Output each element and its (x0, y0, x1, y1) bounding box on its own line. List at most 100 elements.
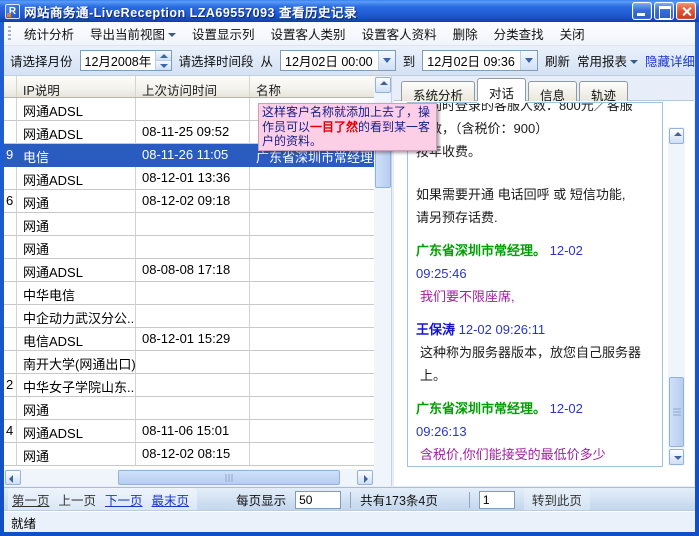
from-datetime-combobox[interactable]: 12月02日 00:00 (280, 50, 396, 71)
chat-transcript: 按同时登录的客服人数．800元／客服 人数，（含税价：900） 按年收费。 如果… (407, 102, 663, 467)
annotation-tooltip: 这样客户名称就添加上去了，操作员可以一目了然的看到某一客户的资料。 (258, 103, 437, 151)
table-row[interactable]: 南开大学(网通出口) (4, 351, 374, 374)
tab-info[interactable]: 信息 (528, 81, 577, 101)
spinner-up-icon[interactable] (156, 51, 170, 60)
table-row[interactable]: 网通 (4, 397, 374, 420)
main-area: IP说明 上次访问时间 名称 网通ADSL 网通ADSL (4, 76, 695, 487)
menu-set-guest-info[interactable]: 设置客人资料 (354, 21, 445, 46)
to-label: 到 (403, 51, 416, 70)
customer-name: 广东省深圳市常经理。 (416, 401, 546, 416)
window-title: 网站商务通-LiveReception LZA69557093 查看历史记录 (24, 2, 632, 21)
common-reports-button[interactable]: 常用报表 (577, 51, 638, 70)
chat-message-header: 广东省深圳市常经理。 12-02 09:25:46 (416, 239, 654, 285)
table-header-row: IP说明 上次访问时间 名称 (4, 76, 374, 98)
customer-message: 含税价,你们能接受的最低价多少 (416, 443, 654, 466)
pagination-bar: 第一页 上一页 下一页 最末页 每页显示 共有173条4页 转到此页 (4, 487, 695, 511)
to-datetime-value: 12月02日 09:36 (423, 51, 520, 70)
column-header-partial[interactable] (4, 76, 17, 97)
time-range-label: 请选择时间段 (179, 51, 254, 70)
menu-stat-analysis[interactable]: 统计分析 (16, 21, 82, 46)
refresh-button[interactable]: 刷新 (545, 51, 570, 70)
filter-bar: 请选择月份 12月2008年 请选择时间段 从 12月02日 00:00 到 1… (4, 46, 695, 76)
toolbar-grip-icon (8, 26, 11, 41)
client-area: 统计分析 导出当前视图 设置显示列 设置客人类别 设置客人资料 删除 分类查找 … (4, 22, 695, 532)
goto-page-input[interactable] (479, 491, 515, 509)
to-datetime-combobox[interactable]: 12月02日 09:36 (422, 50, 538, 71)
table-row[interactable]: 6 网通 08-12-02 09:18 (4, 190, 374, 213)
month-select-label: 请选择月份 (10, 51, 73, 70)
table-row[interactable]: 网通 (4, 213, 374, 236)
tab-system-analysis[interactable]: 系统分析 (401, 81, 475, 101)
detail-tabs: 系统分析 对话 信息 轨迹 (401, 79, 628, 101)
total-records-label: 共有173条4页 (360, 490, 438, 509)
month-spinner[interactable]: 12月2008年 (80, 50, 172, 71)
table-row[interactable]: 2 中华女子学院山东... (4, 374, 374, 397)
menu-set-columns[interactable]: 设置显示列 (184, 21, 263, 46)
tab-track[interactable]: 轨迹 (579, 81, 628, 101)
chevron-down-icon (630, 60, 638, 64)
table-horizontal-scrollbar[interactable] (4, 469, 374, 486)
chat-note-text: 如果需要开通 电话回呼 或 短信功能, 请另预存话费. (416, 183, 654, 229)
menu-set-guest-category[interactable]: 设置客人类别 (263, 21, 354, 46)
per-page-label: 每页显示 (236, 490, 286, 509)
scrollbar-thumb[interactable] (669, 377, 684, 447)
goto-page-button[interactable]: 转到此页 (524, 488, 590, 512)
chevron-down-icon (168, 33, 176, 37)
prev-page-link[interactable]: 上一页 (59, 490, 97, 509)
operator-name: 王保涛 (416, 322, 455, 337)
title-bar: R 网站商务通-LiveReception LZA69557093 查看历史记录 (0, 0, 699, 22)
scroll-down-icon[interactable] (669, 449, 684, 465)
column-header-name[interactable]: 名称 (250, 76, 374, 97)
dropdown-arrow-icon[interactable] (378, 51, 395, 70)
table-row[interactable]: 电信ADSL 08-12-01 15:29 (4, 328, 374, 351)
minimize-button[interactable] (632, 2, 652, 20)
hide-detail-link[interactable]: 隐藏详细 (645, 51, 695, 70)
scrollbar-corner (374, 469, 391, 486)
menu-delete[interactable]: 删除 (445, 21, 486, 46)
menu-toolbar: 统计分析 导出当前视图 设置显示列 设置客人类别 设置客人资料 删除 分类查找 … (4, 22, 695, 46)
customer-name: 广东省深圳市常经理。 (416, 243, 546, 258)
tooltip-highlight: 一目了然 (310, 120, 358, 134)
menu-category-search[interactable]: 分类查找 (486, 21, 552, 46)
column-header-ip[interactable]: IP说明 (17, 76, 136, 97)
table-row[interactable]: 网通ADSL 08-12-01 13:36 (4, 167, 374, 190)
maximize-button[interactable] (654, 2, 674, 20)
first-page-link[interactable]: 第一页 (12, 490, 50, 509)
customer-message: 我们要不限座席, (416, 285, 654, 308)
table-row[interactable]: 网通ADSL 08-08-08 17:18 (4, 259, 374, 282)
table-row[interactable]: 中企动力武汉分公... (4, 305, 374, 328)
scrollbar-thumb[interactable] (118, 470, 340, 485)
app-icon: R (5, 4, 20, 19)
status-bar: 就绪 (4, 511, 695, 532)
table-row[interactable]: 网通 (4, 236, 374, 259)
scroll-left-icon[interactable] (5, 470, 21, 485)
chat-intro-text: 按同时登录的客服人数．800元／客服 人数，（含税价：900） 按年收费。 (416, 102, 654, 163)
divider (469, 492, 470, 508)
operator-message: 这种称为服务器版本，放您自己服务器 上。 (416, 341, 654, 387)
dialog-tab-content: 按同时登录的客服人数．800元／客服 人数，（含税价：900） 按年收费。 如果… (394, 100, 694, 486)
last-page-link[interactable]: 最末页 (152, 490, 190, 509)
next-page-link[interactable]: 下一页 (105, 490, 143, 509)
dropdown-arrow-icon[interactable] (520, 51, 537, 70)
scroll-right-icon[interactable] (357, 470, 373, 485)
chat-message-header: 王保涛 12-02 09:26:11 (416, 318, 654, 341)
status-text: 就绪 (11, 513, 36, 532)
menu-close[interactable]: 关闭 (552, 21, 593, 46)
scroll-up-icon[interactable] (375, 77, 391, 93)
table-row[interactable]: 中华电信 (4, 282, 374, 305)
scroll-up-icon[interactable] (669, 128, 684, 144)
detail-panel: 系统分析 对话 信息 轨迹 按同时登录的客服人数．800元／客服 人数，（含税价… (394, 76, 695, 486)
table-row[interactable]: 网通 08-12-02 08:15 (4, 443, 374, 466)
spinner-down-icon[interactable] (156, 60, 170, 70)
chat-vertical-scrollbar[interactable] (668, 127, 685, 466)
month-value: 12月2008年 (81, 51, 156, 70)
from-datetime-value: 12月02日 00:00 (281, 51, 378, 70)
message-timestamp: 12-02 09:26:11 (459, 322, 546, 337)
from-label: 从 (261, 51, 274, 70)
per-page-input[interactable] (295, 491, 341, 509)
close-button[interactable] (676, 2, 696, 20)
menu-export-view[interactable]: 导出当前视图 (82, 21, 184, 46)
tab-dialog[interactable]: 对话 (477, 78, 526, 101)
column-header-lastvisit[interactable]: 上次访问时间 (136, 76, 250, 97)
table-row[interactable]: 4 网通ADSL 08-11-06 15:01 (4, 420, 374, 443)
